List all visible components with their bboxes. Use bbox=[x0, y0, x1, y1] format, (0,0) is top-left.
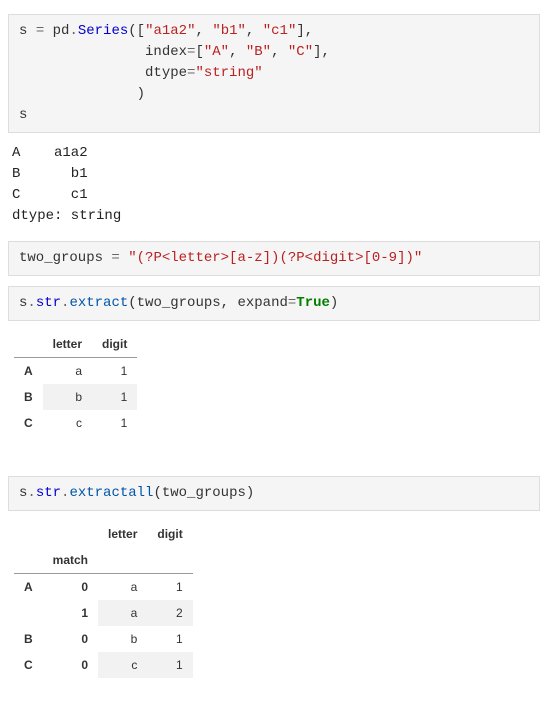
row-index: C bbox=[14, 410, 43, 436]
class-name: Series bbox=[78, 23, 128, 39]
cell: b bbox=[43, 384, 92, 410]
code-cell-1: s = pd.Series(["a1a2", "b1", "c1"], inde… bbox=[8, 14, 540, 133]
string-literal: "a1a2" bbox=[145, 23, 195, 39]
code-text: ], bbox=[313, 44, 330, 60]
dot: . bbox=[27, 485, 35, 501]
string-literal: "B" bbox=[246, 44, 271, 60]
code-text: [ bbox=[195, 44, 203, 60]
keyword: True bbox=[296, 295, 330, 311]
operator: = bbox=[111, 250, 119, 266]
attr: str bbox=[36, 295, 61, 311]
code-text: pd bbox=[44, 23, 69, 39]
method: extract bbox=[69, 295, 128, 311]
code-text: ) bbox=[330, 295, 338, 311]
comma: , bbox=[271, 44, 288, 60]
dot: . bbox=[27, 295, 35, 311]
row-match: 1 bbox=[43, 600, 98, 626]
comma: , bbox=[229, 44, 246, 60]
dot: . bbox=[69, 23, 77, 39]
code-text: ) bbox=[19, 86, 145, 102]
table-row: A a 1 bbox=[14, 358, 137, 385]
table-row: C 0 c 1 bbox=[14, 652, 193, 678]
string-literal: "c1" bbox=[263, 23, 297, 39]
code-text: ], bbox=[296, 23, 313, 39]
corner-blank bbox=[147, 547, 192, 574]
col-header-letter: letter bbox=[98, 521, 147, 547]
cell: c bbox=[43, 410, 92, 436]
code-text bbox=[120, 250, 128, 266]
code-cell-2: two_groups = "(?P<letter>[a-z])(?P<digit… bbox=[8, 241, 540, 276]
corner-blank bbox=[98, 547, 147, 574]
cell: 1 bbox=[147, 652, 192, 678]
attr: str bbox=[36, 485, 61, 501]
corner-blank bbox=[14, 331, 43, 358]
code-cell-3: s.str.extract(two_groups, expand=True) bbox=[8, 286, 540, 321]
cell: c bbox=[98, 652, 147, 678]
row-index: A bbox=[14, 574, 43, 601]
cell: a bbox=[98, 574, 147, 601]
string-literal: "string" bbox=[195, 65, 262, 81]
row-index: C bbox=[14, 652, 43, 678]
row-index bbox=[14, 600, 43, 626]
dataframe-extractall: letter digit match A 0 a 1 1 a 2 B 0 b 1 bbox=[14, 521, 193, 678]
corner-blank bbox=[14, 547, 43, 574]
row-index: A bbox=[14, 358, 43, 385]
output-text-1: A a1a2 B b1 C c1 dtype: string bbox=[12, 143, 540, 227]
row-index: B bbox=[14, 384, 43, 410]
index-name-match: match bbox=[43, 547, 98, 574]
code-text: ([ bbox=[128, 23, 145, 39]
code-text: s bbox=[19, 23, 36, 39]
table-row: B b 1 bbox=[14, 384, 137, 410]
corner-blank bbox=[14, 521, 43, 547]
string-literal: "A" bbox=[204, 44, 229, 60]
code-text: index bbox=[19, 44, 187, 60]
cell: a bbox=[98, 600, 147, 626]
col-header-digit: digit bbox=[147, 521, 192, 547]
code-text: s bbox=[19, 107, 27, 123]
code-text: dtype bbox=[19, 65, 187, 81]
cell: 1 bbox=[92, 358, 137, 385]
table-row: C c 1 bbox=[14, 410, 137, 436]
table-row: 1 a 2 bbox=[14, 600, 193, 626]
operator: = bbox=[36, 23, 44, 39]
cell: 1 bbox=[147, 626, 192, 652]
code-cell-4: s.str.extractall(two_groups) bbox=[8, 476, 540, 511]
col-header-letter: letter bbox=[43, 331, 92, 358]
code-text: two_groups bbox=[19, 250, 111, 266]
cell: 1 bbox=[92, 410, 137, 436]
comma: , bbox=[246, 23, 263, 39]
cell: 2 bbox=[147, 600, 192, 626]
row-match: 0 bbox=[43, 652, 98, 678]
method: extractall bbox=[69, 485, 153, 501]
table-row: A 0 a 1 bbox=[14, 574, 193, 601]
row-match: 0 bbox=[43, 626, 98, 652]
comma: , bbox=[196, 23, 213, 39]
code-text: (two_groups, expand bbox=[128, 295, 288, 311]
corner-blank bbox=[43, 521, 98, 547]
cell: 1 bbox=[92, 384, 137, 410]
col-header-digit: digit bbox=[92, 331, 137, 358]
row-index: B bbox=[14, 626, 43, 652]
string-literal: "b1" bbox=[212, 23, 246, 39]
code-text: (two_groups) bbox=[153, 485, 254, 501]
row-match: 0 bbox=[43, 574, 98, 601]
cell: b bbox=[98, 626, 147, 652]
cell: a bbox=[43, 358, 92, 385]
string-literal: "(?P<letter>[a-z])(?P<digit>[0-9])" bbox=[128, 250, 422, 266]
table-row: B 0 b 1 bbox=[14, 626, 193, 652]
string-literal: "C" bbox=[288, 44, 313, 60]
cell: 1 bbox=[147, 574, 192, 601]
dataframe-extract: letter digit A a 1 B b 1 C c 1 bbox=[14, 331, 137, 436]
